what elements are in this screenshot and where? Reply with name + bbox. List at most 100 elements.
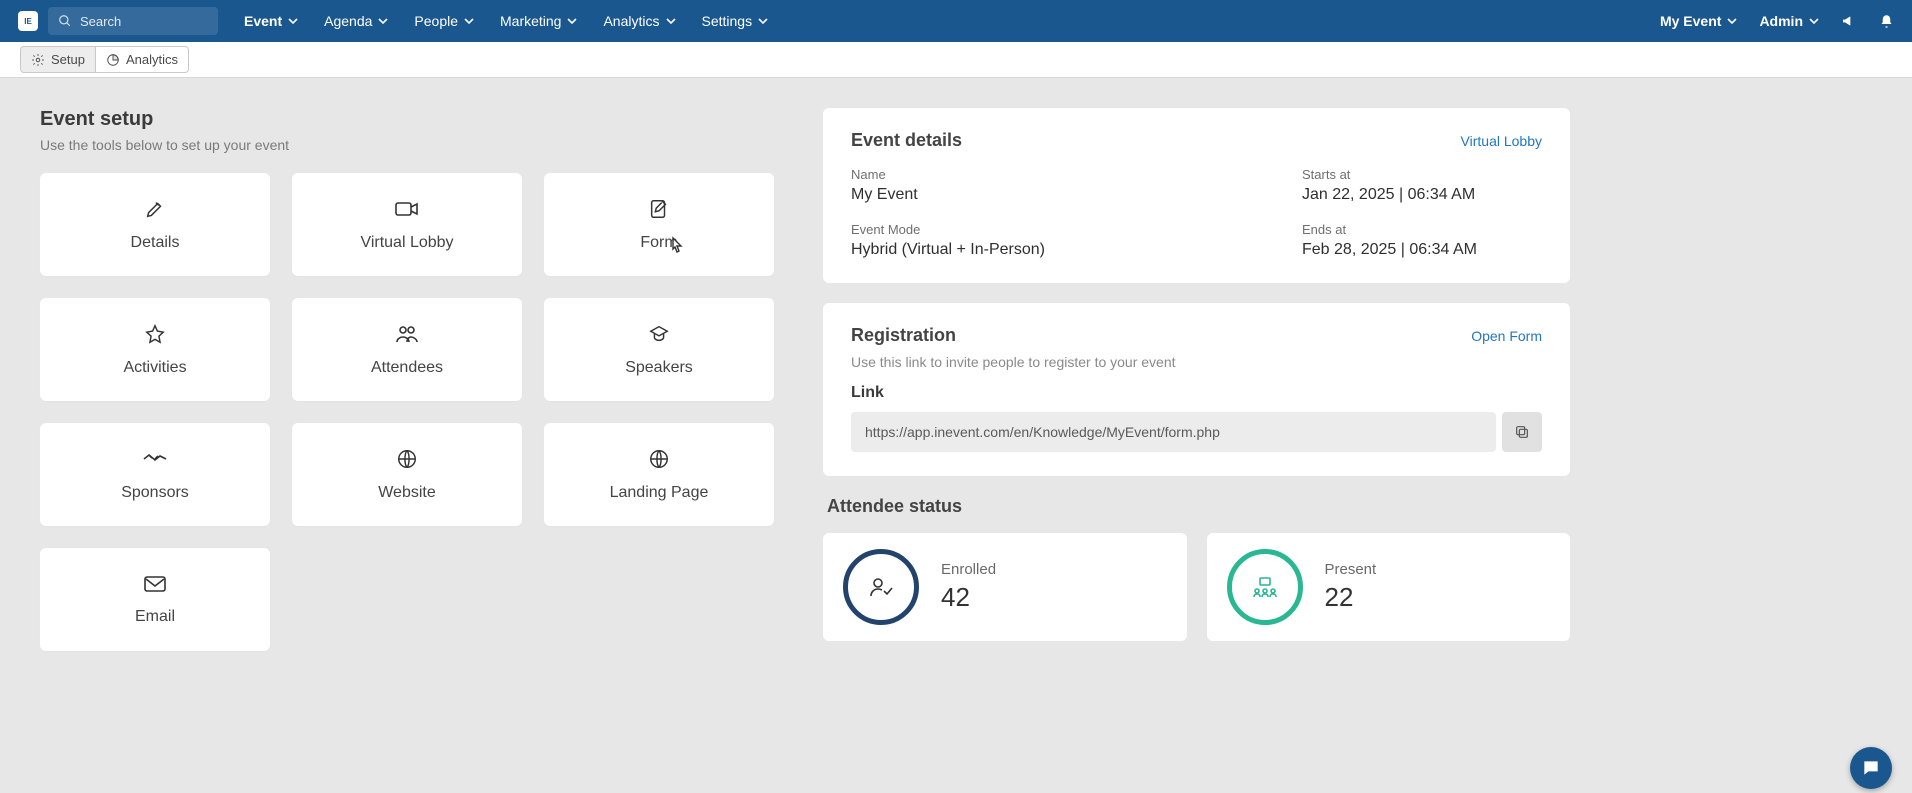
pencil-icon bbox=[143, 198, 167, 220]
search-input[interactable] bbox=[80, 14, 208, 29]
nav-label: Agenda bbox=[324, 13, 372, 29]
tab-analytics-label: Analytics bbox=[126, 52, 178, 67]
nav-label: Analytics bbox=[603, 13, 659, 29]
chevron-down-icon bbox=[567, 16, 577, 26]
tile-label: Attendees bbox=[371, 359, 443, 377]
chevron-down-icon bbox=[1727, 16, 1737, 26]
people-icon bbox=[394, 323, 420, 345]
present-label: Present bbox=[1325, 561, 1377, 578]
megaphone-icon[interactable] bbox=[1841, 13, 1857, 29]
event-switcher[interactable]: My Event bbox=[1660, 13, 1737, 29]
open-form-link[interactable]: Open Form bbox=[1471, 328, 1542, 344]
end-value: Feb 28, 2025 | 06:34 AM bbox=[1302, 241, 1542, 259]
brand-logo[interactable]: IE bbox=[18, 11, 38, 31]
search-field[interactable] bbox=[48, 7, 218, 35]
tile-speakers[interactable]: Speakers bbox=[544, 298, 774, 401]
tile-label: Sponsors bbox=[121, 484, 189, 502]
info-column: Event details Virtual Lobby Name My Even… bbox=[823, 108, 1570, 641]
audience-icon bbox=[1251, 576, 1279, 598]
attendee-status-section: Attendee status Enrolled 42 bbox=[823, 496, 1570, 641]
enrolled-card[interactable]: Enrolled 42 bbox=[823, 533, 1187, 641]
tile-activities[interactable]: Activities bbox=[40, 298, 270, 401]
registration-card: Registration Open Form Use this link to … bbox=[823, 303, 1570, 476]
copy-icon bbox=[1514, 424, 1530, 440]
present-ring bbox=[1227, 549, 1303, 625]
copy-button[interactable] bbox=[1502, 412, 1542, 452]
tile-label: Virtual Lobby bbox=[360, 234, 453, 252]
help-fab[interactable] bbox=[1850, 747, 1892, 789]
nav-item-analytics[interactable]: Analytics bbox=[603, 13, 675, 29]
tile-sponsors[interactable]: Sponsors bbox=[40, 423, 270, 526]
user-menu[interactable]: Admin bbox=[1759, 13, 1819, 29]
top-nav: IE Event Agenda People Marketing Analyti… bbox=[0, 0, 1912, 42]
link-label: Link bbox=[851, 384, 1542, 402]
globe-icon bbox=[396, 448, 418, 470]
event-switcher-label: My Event bbox=[1660, 13, 1721, 29]
tile-email[interactable]: Email bbox=[40, 548, 270, 651]
registration-hint: Use this link to invite people to regist… bbox=[851, 354, 1542, 370]
chevron-down-icon bbox=[464, 16, 474, 26]
event-details-card: Event details Virtual Lobby Name My Even… bbox=[823, 108, 1570, 283]
nav-label: People bbox=[414, 13, 458, 29]
globe-icon bbox=[648, 448, 670, 470]
speaker-icon bbox=[647, 323, 671, 345]
tile-details[interactable]: Details bbox=[40, 173, 270, 276]
setup-column: Event setup Use the tools below to set u… bbox=[40, 108, 775, 651]
form-icon bbox=[648, 198, 670, 220]
tab-setup[interactable]: Setup bbox=[20, 46, 96, 73]
tile-website[interactable]: Website bbox=[292, 423, 522, 526]
video-icon bbox=[394, 198, 420, 220]
tile-landing-page[interactable]: Landing Page bbox=[544, 423, 774, 526]
bell-icon[interactable] bbox=[1879, 14, 1894, 29]
virtual-lobby-link[interactable]: Virtual Lobby bbox=[1461, 133, 1542, 149]
tile-label: Website bbox=[378, 484, 436, 502]
nav-item-settings[interactable]: Settings bbox=[702, 13, 769, 29]
main-scroll[interactable]: Event setup Use the tools below to set u… bbox=[0, 78, 1912, 793]
sub-toolbar: Setup Analytics bbox=[0, 42, 1912, 78]
tile-attendees[interactable]: Attendees bbox=[292, 298, 522, 401]
nav-item-marketing[interactable]: Marketing bbox=[500, 13, 577, 29]
nav-item-people[interactable]: People bbox=[414, 13, 474, 29]
chevron-down-icon bbox=[378, 16, 388, 26]
chevron-down-icon bbox=[288, 16, 298, 26]
user-label: Admin bbox=[1759, 13, 1803, 29]
nav-item-agenda[interactable]: Agenda bbox=[324, 13, 388, 29]
tile-label: Speakers bbox=[625, 359, 693, 377]
tile-form[interactable]: Form bbox=[544, 173, 774, 276]
search-icon bbox=[58, 14, 72, 28]
enrolled-ring bbox=[843, 549, 919, 625]
tile-label: Email bbox=[135, 608, 175, 626]
tile-label: Details bbox=[131, 234, 180, 252]
end-label: Ends at bbox=[1302, 222, 1542, 237]
tab-setup-label: Setup bbox=[51, 52, 85, 67]
person-check-icon bbox=[868, 575, 894, 599]
tile-label: Landing Page bbox=[610, 484, 709, 502]
present-value: 22 bbox=[1325, 582, 1377, 613]
star-icon bbox=[143, 323, 167, 345]
nav-label: Event bbox=[244, 13, 282, 29]
chevron-down-icon bbox=[758, 16, 768, 26]
attendee-status-title: Attendee status bbox=[823, 496, 1570, 517]
present-card[interactable]: Present 22 bbox=[1207, 533, 1571, 641]
nav-label: Settings bbox=[702, 13, 753, 29]
nav-items: Event Agenda People Marketing Analytics … bbox=[244, 13, 768, 29]
tile-label: Activities bbox=[123, 359, 186, 377]
nav-label: Marketing bbox=[500, 13, 561, 29]
setup-grid: Details Virtual Lobby Form Activities At… bbox=[40, 173, 775, 651]
chevron-down-icon bbox=[1809, 16, 1819, 26]
mail-icon bbox=[143, 574, 167, 594]
tile-virtual-lobby[interactable]: Virtual Lobby bbox=[292, 173, 522, 276]
card-title: Event details bbox=[851, 130, 962, 151]
tab-analytics[interactable]: Analytics bbox=[95, 46, 189, 73]
start-label: Starts at bbox=[1302, 167, 1542, 182]
chevron-down-icon bbox=[666, 16, 676, 26]
enrolled-value: 42 bbox=[941, 582, 996, 613]
card-title: Registration bbox=[851, 325, 956, 346]
page-subtitle: Use the tools below to set up your event bbox=[40, 137, 775, 153]
nav-item-event[interactable]: Event bbox=[244, 13, 298, 29]
name-label: Name bbox=[851, 167, 1242, 182]
mode-label: Event Mode bbox=[851, 222, 1242, 237]
registration-url[interactable]: https://app.inevent.com/en/Knowledge/MyE… bbox=[851, 412, 1496, 452]
name-value: My Event bbox=[851, 186, 1242, 204]
start-value: Jan 22, 2025 | 06:34 AM bbox=[1302, 186, 1542, 204]
